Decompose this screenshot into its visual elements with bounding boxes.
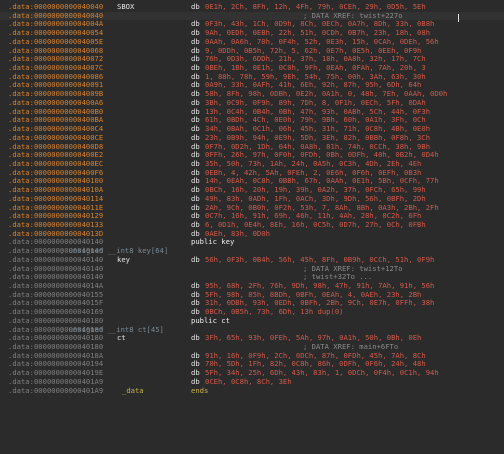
public-directive: public key: [191, 237, 235, 247]
symbol-label[interactable]: ct: [117, 334, 126, 343]
symbol-label[interactable]: SBOX: [117, 3, 134, 12]
text-cursor: [458, 14, 459, 22]
mnemonic: db: [191, 3, 200, 11]
operand-bytes[interactable]: 0CEh, 0C8h, 8Ch, 3Eh: [205, 377, 292, 387]
mnemonic: db: [191, 333, 200, 343]
mnemonic: db: [191, 254, 200, 264]
ends-directive: ends: [191, 385, 209, 395]
listing-row[interactable]: .data:00000000000401A9 _data ends: [0, 385, 504, 396]
address[interactable]: .data:00000000000401A9: [8, 386, 103, 396]
public-directive: public ct: [191, 315, 230, 325]
symbol-label[interactable]: key: [117, 255, 130, 265]
disassembly-listing[interactable]: .data:0000000000040040 SBOX db 0E1h, 2Ch, 8…: [0, 3, 504, 454]
segment-name: _data: [122, 385, 144, 395]
